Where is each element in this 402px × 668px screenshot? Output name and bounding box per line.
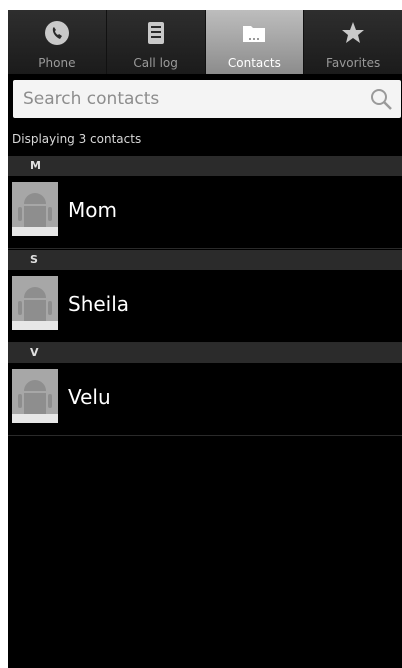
tab-contacts-label: Contacts [227,56,281,70]
tab-call-log-label: Call log [133,56,178,70]
section-header-s: S [8,250,402,270]
contact-row-mom[interactable]: Mom [8,178,402,249]
avatar-strip [12,321,58,330]
avatar-strip [12,414,58,423]
contact-name: Velu [68,385,111,409]
contacts-screen: Phone Call log Contacts Favorites Search… [8,10,402,668]
section-header-m: M [8,156,402,176]
contact-row-velu[interactable]: Velu [8,365,402,436]
tab-phone[interactable]: Phone [8,10,107,74]
call-log-icon [147,22,164,44]
android-silhouette-icon [18,193,52,227]
tab-call-log[interactable]: Call log [107,10,206,74]
search-icon[interactable] [369,87,393,111]
android-silhouette-icon [18,287,52,321]
contact-name: Sheila [68,292,130,316]
contact-row-sheila[interactable]: Sheila [8,272,402,343]
android-avatar-icon[interactable] [12,276,58,330]
contacts-folder-icon [243,26,266,42]
section-header-v: V [8,343,402,363]
tab-phone-label: Phone [38,56,76,70]
tab-bar: Phone Call log Contacts Favorites [8,10,402,74]
tab-favorites[interactable]: Favorites [304,10,402,74]
android-avatar-icon[interactable] [12,182,58,236]
avatar-strip [12,227,58,236]
tab-favorites-label: Favorites [326,56,381,70]
star-icon [342,22,365,43]
contact-count: Displaying 3 contacts [12,132,142,146]
tab-contacts[interactable]: Contacts [205,10,305,74]
search-bar[interactable] [13,80,401,118]
android-silhouette-icon [18,380,52,414]
android-avatar-icon[interactable] [12,369,58,423]
search-input[interactable] [21,81,365,117]
contact-name: Mom [68,198,117,222]
phone-icon [44,21,69,45]
